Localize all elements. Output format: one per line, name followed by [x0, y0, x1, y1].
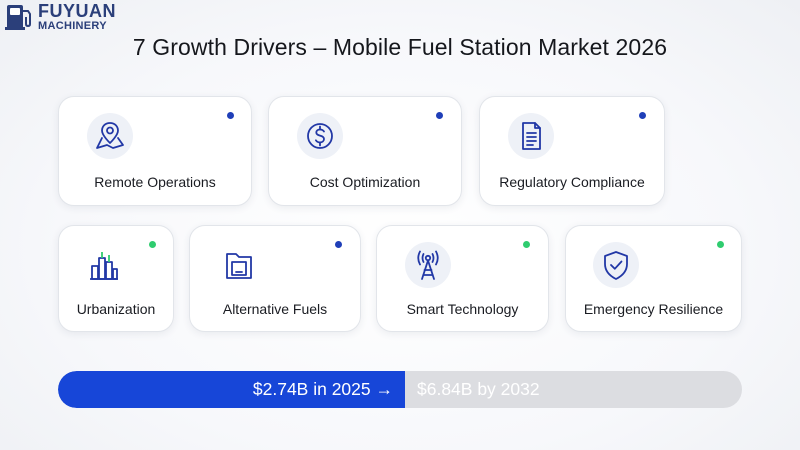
- status-dot: [227, 112, 234, 119]
- dollar-coin-icon: [297, 113, 343, 159]
- driver-label: Regulatory Compliance: [499, 174, 645, 190]
- driver-card-remote-operations: Remote Operations: [58, 96, 252, 206]
- status-dot: [149, 241, 156, 248]
- status-dot: [717, 241, 724, 248]
- brand-logo: FUYUAN MACHINERY: [4, 2, 116, 32]
- status-dot: [639, 112, 646, 119]
- driver-label: Smart Technology: [406, 301, 519, 317]
- driver-card-emergency-resilience: Emergency Resilience: [565, 225, 742, 332]
- driver-card-cost-optimization: Cost Optimization: [268, 96, 462, 206]
- status-dot: [436, 112, 443, 119]
- market-2025-value: $2.74B in 2025 →: [252, 379, 393, 399]
- driver-card-regulatory-compliance: Regulatory Compliance: [479, 96, 665, 206]
- market-growth-bar: $2.74B in 2025 → $6.84B by 2032: [58, 371, 742, 408]
- document-icon: [508, 113, 554, 159]
- driver-card-urbanization: Urbanization: [58, 225, 174, 332]
- infographic: FUYUAN MACHINERY 7 Growth Drivers – Mobi…: [0, 0, 800, 450]
- status-dot: [523, 241, 530, 248]
- page-title: 7 Growth Drivers – Mobile Fuel Station M…: [132, 34, 668, 60]
- driver-label: Alternative Fuels: [222, 301, 328, 317]
- driver-card-smart-technology: Smart Technology: [376, 225, 549, 332]
- map-pin-icon: [87, 113, 133, 159]
- shield-check-icon: [593, 242, 639, 288]
- city-buildings-icon: [81, 242, 127, 288]
- driver-label: Emergency Resilience: [583, 301, 724, 317]
- fuel-pump-logo-icon: [5, 5, 31, 30]
- market-2032-value: $6.84B by 2032: [417, 379, 540, 399]
- driver-label: Urbanization: [76, 301, 156, 317]
- fuel-can-icon: [216, 242, 262, 288]
- driver-label: Cost Optimization: [309, 174, 421, 190]
- antenna-tower-icon: [405, 242, 451, 288]
- logo-subname: MACHINERY: [38, 20, 107, 32]
- status-dot: [335, 241, 342, 248]
- logo-name: FUYUAN: [38, 1, 116, 21]
- driver-card-alternative-fuels: Alternative Fuels: [189, 225, 361, 332]
- driver-label: Remote Operations: [94, 174, 216, 190]
